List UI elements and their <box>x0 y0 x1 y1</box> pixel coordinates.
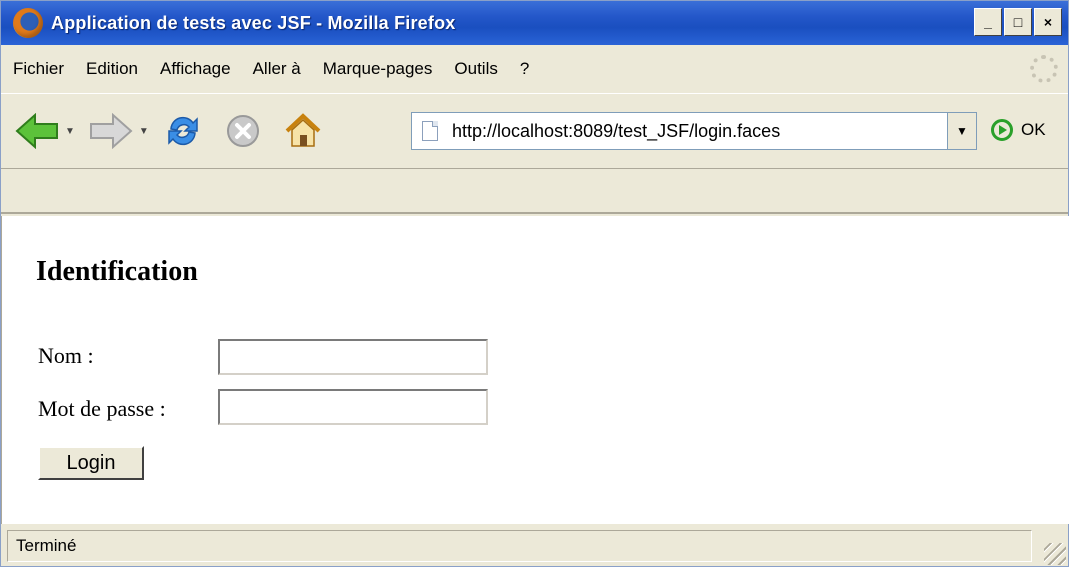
throbber-icon <box>1030 55 1058 83</box>
status-bar: Terminé <box>1 525 1068 567</box>
browser-window: Application de tests avec JSF - Mozilla … <box>0 0 1069 567</box>
url-text[interactable]: http://localhost:8089/test_JSF/login.fac… <box>452 121 780 142</box>
window-controls: _ □ × <box>974 8 1062 36</box>
firefox-logo-icon <box>13 8 43 38</box>
minimize-button[interactable]: _ <box>974 8 1002 36</box>
title-bar: Application de tests avec JSF - Mozilla … <box>1 1 1068 45</box>
forward-dropdown-icon[interactable]: ▼ <box>139 126 149 137</box>
go-button[interactable]: OK <box>991 119 1046 141</box>
close-button[interactable]: × <box>1034 8 1062 36</box>
home-button[interactable] <box>283 112 323 150</box>
name-input[interactable] <box>218 339 488 375</box>
go-icon <box>991 119 1013 141</box>
menu-outils[interactable]: Outils <box>454 59 497 79</box>
menu-affichage[interactable]: Affichage <box>160 59 231 79</box>
status-text: Terminé <box>16 536 77 555</box>
url-dropdown-button[interactable]: ▼ <box>947 113 976 149</box>
page-heading: Identification <box>36 256 198 287</box>
back-arrow-icon <box>15 113 58 149</box>
back-button[interactable]: ▼ <box>15 113 75 149</box>
navigation-toolbar: ▼ ▼ http://localhost:8089/test_JSF/login… <box>1 93 1068 169</box>
stop-icon <box>226 115 259 147</box>
page-icon <box>422 121 438 141</box>
reload-button[interactable] <box>163 111 203 151</box>
resize-grip-icon[interactable] <box>1044 543 1066 565</box>
menu-bar: Fichier Edition Affichage Aller à Marque… <box>1 51 1068 87</box>
menu-edition[interactable]: Edition <box>86 59 138 79</box>
password-input[interactable] <box>218 389 488 425</box>
name-label: Nom : <box>38 343 94 368</box>
menu-marque-pages[interactable]: Marque-pages <box>323 59 433 79</box>
menu-help[interactable]: ? <box>520 59 529 79</box>
home-icon <box>285 113 321 147</box>
bookmarks-toolbar <box>1 168 1068 214</box>
menu-fichier[interactable]: Fichier <box>13 59 64 79</box>
maximize-button[interactable]: □ <box>1004 8 1032 36</box>
login-button[interactable]: Login <box>38 446 144 480</box>
forward-arrow-icon <box>89 113 133 149</box>
menu-aller-a[interactable]: Aller à <box>253 59 301 79</box>
stop-button[interactable] <box>225 113 261 149</box>
status-panel: Terminé <box>7 530 1032 562</box>
go-label: OK <box>1021 120 1046 139</box>
window-title: Application de tests avec JSF - Mozilla … <box>51 12 456 33</box>
reload-icon <box>168 116 198 146</box>
page-content: Identification Nom : Mot de passe : Logi… <box>1 216 1069 524</box>
url-bar[interactable]: http://localhost:8089/test_JSF/login.fac… <box>411 112 977 150</box>
back-dropdown-icon[interactable]: ▼ <box>65 126 75 137</box>
forward-button[interactable]: ▼ <box>89 113 149 149</box>
password-label: Mot de passe : <box>38 396 166 421</box>
